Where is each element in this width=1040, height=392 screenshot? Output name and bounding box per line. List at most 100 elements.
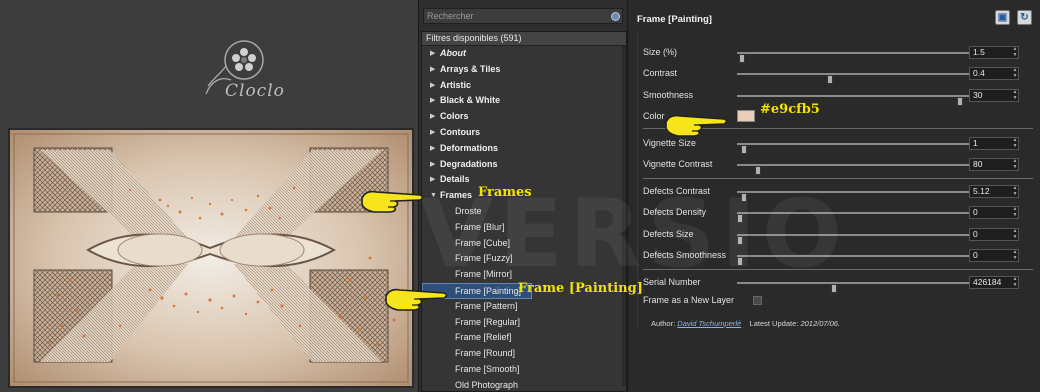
- param-frame-new-layer: Frame as a New Layer: [643, 294, 1033, 308]
- spinner-arrows-icon[interactable]: ▲ ▼: [1011, 206, 1019, 219]
- filter-item[interactable]: Frame [Pattern]: [422, 299, 626, 315]
- expand-arrow-icon[interactable]: ▶: [430, 157, 435, 173]
- pointing-hand-icon: [361, 190, 424, 213]
- collapse-arrow-icon[interactable]: ▼: [430, 188, 437, 204]
- param-label: Defects Contrast: [643, 186, 711, 196]
- list-scrollbar[interactable]: [622, 46, 626, 386]
- smoothness-slider[interactable]: [737, 95, 969, 106]
- defects-smoothness-slider[interactable]: [737, 255, 969, 266]
- slider-thumb[interactable]: [738, 54, 745, 63]
- category-label: About: [440, 48, 466, 58]
- reset-button[interactable]: ↻: [1017, 10, 1032, 25]
- pointing-hand-icon: [385, 288, 448, 311]
- slider-thumb[interactable]: [737, 214, 744, 223]
- category-colors[interactable]: ▶ Colors: [422, 109, 626, 125]
- param-serial-number: Serial Number 426184 ▲ ▼: [643, 276, 1033, 293]
- param-label: Size (%): [643, 47, 678, 57]
- expand-arrow-icon[interactable]: ▶: [430, 62, 435, 78]
- filter-item[interactable]: Frame [Cube]: [422, 236, 626, 252]
- author-link[interactable]: David Tschumperlé: [677, 319, 741, 328]
- expand-arrow-icon[interactable]: ▶: [430, 141, 435, 157]
- spinner-arrows-icon[interactable]: ▲ ▼: [1011, 276, 1019, 289]
- preview-image: [10, 130, 412, 386]
- param-vignette-contrast: Vignette Contrast 80 ▲ ▼: [643, 158, 1033, 175]
- expand-arrow-icon[interactable]: ▶: [430, 78, 435, 94]
- vignette-contrast-slider[interactable]: [737, 164, 969, 175]
- param-smoothness: Smoothness 30 ▲ ▼: [643, 89, 1033, 106]
- separator: [643, 178, 1033, 179]
- param-label: Contrast: [643, 68, 678, 78]
- separator: [643, 269, 1033, 270]
- spinner-arrows-icon[interactable]: ▲ ▼: [1011, 137, 1019, 150]
- expand-arrow-icon[interactable]: ▶: [430, 125, 435, 141]
- author-label: Author:: [651, 319, 676, 328]
- logo-text: Cloclo: [225, 81, 285, 101]
- filter-item[interactable]: Droste: [422, 204, 626, 220]
- slider-thumb[interactable]: [740, 145, 747, 154]
- search-icon[interactable]: [611, 12, 620, 21]
- category-artistic[interactable]: ▶ Artistic: [422, 78, 626, 94]
- category-arrays-tiles[interactable]: ▶ Arrays & Tiles: [422, 62, 626, 78]
- param-label: Smoothness: [643, 90, 694, 100]
- filter-item[interactable]: Old Photograph: [422, 378, 626, 392]
- category-degradations[interactable]: ▶ Degradations: [422, 157, 626, 173]
- size-slider[interactable]: [737, 52, 969, 63]
- search-input[interactable]: Rechercher: [423, 8, 623, 24]
- layout-button[interactable]: ▣: [995, 10, 1010, 25]
- filter-item[interactable]: Frame [Smooth]: [422, 362, 626, 378]
- filter-title: Frame [Painting]: [637, 14, 712, 25]
- serial-number-slider[interactable]: [737, 282, 969, 293]
- spinner-arrows-icon[interactable]: ▲ ▼: [1011, 228, 1019, 241]
- category-label: Colors: [440, 111, 469, 122]
- slider-thumb[interactable]: [737, 236, 744, 245]
- category-black-white[interactable]: ▶ Black & White: [422, 93, 626, 109]
- defects-contrast-slider[interactable]: [737, 191, 969, 202]
- category-label: Details: [440, 174, 470, 185]
- color-swatch[interactable]: [737, 110, 755, 122]
- expand-arrow-icon[interactable]: ▶: [430, 172, 435, 188]
- filter-item[interactable]: Frame [Round]: [422, 346, 626, 362]
- slider-thumb[interactable]: [831, 284, 838, 293]
- filter-item[interactable]: Frame [Regular]: [422, 315, 626, 331]
- filter-tree: Filtres disponibles (591) ▶ About ▶ Arrays…: [421, 31, 627, 392]
- filter-item[interactable]: Frame [Fuzzy]: [422, 251, 626, 267]
- category-label: Arrays & Tiles: [440, 63, 501, 74]
- filter-item[interactable]: Frame [Blur]: [422, 220, 626, 236]
- expand-arrow-icon[interactable]: ▶: [430, 109, 435, 125]
- param-size: Size (%) 1.5 ▲ ▼: [643, 46, 1033, 63]
- spinner-arrows-icon[interactable]: ▲ ▼: [1011, 158, 1019, 171]
- frame-new-layer-checkbox[interactable]: [753, 296, 762, 305]
- category-label: Black & White: [440, 95, 501, 106]
- pointing-hand-icon: [665, 114, 728, 137]
- category-label: Degradations: [440, 158, 498, 169]
- annotation-color: #e9cfb5: [760, 102, 820, 117]
- param-contrast: Contrast 0.4 ▲ ▼: [643, 67, 1033, 84]
- latest-update-label: Latest Update:: [749, 319, 799, 328]
- slider-thumb[interactable]: [737, 257, 744, 266]
- category-label: Deformations: [440, 142, 499, 153]
- defects-size-slider[interactable]: [737, 234, 969, 245]
- slider-thumb[interactable]: [956, 97, 963, 106]
- contrast-slider[interactable]: [737, 73, 969, 84]
- slider-thumb[interactable]: [754, 166, 761, 175]
- defects-density-slider[interactable]: [737, 212, 969, 223]
- category-contours[interactable]: ▶ Contours: [422, 125, 626, 141]
- filter-item[interactable]: Frame [Relief]: [422, 330, 626, 346]
- spinner-arrows-icon[interactable]: ▲ ▼: [1011, 185, 1019, 198]
- param-label: Color: [643, 111, 665, 121]
- vignette-size-slider[interactable]: [737, 143, 969, 154]
- param-defects-size: Defects Size 0 ▲ ▼: [643, 228, 1033, 245]
- slider-thumb[interactable]: [740, 193, 747, 202]
- spinner-arrows-icon[interactable]: ▲ ▼: [1011, 249, 1019, 262]
- slider-thumb[interactable]: [826, 75, 833, 84]
- category-about[interactable]: ▶ About: [422, 46, 626, 62]
- preview-pane: Cloclo: [0, 0, 418, 392]
- param-defects-contrast: Defects Contrast 5.12 ▲ ▼: [643, 185, 1033, 202]
- spinner-arrows-icon[interactable]: ▲ ▼: [1011, 46, 1019, 59]
- refresh-icon: ↻: [1020, 12, 1029, 23]
- expand-arrow-icon[interactable]: ▶: [430, 93, 435, 109]
- spinner-arrows-icon[interactable]: ▲ ▼: [1011, 67, 1019, 80]
- spinner-arrows-icon[interactable]: ▲ ▼: [1011, 89, 1019, 102]
- expand-arrow-icon[interactable]: ▶: [430, 46, 435, 62]
- category-deformations[interactable]: ▶ Deformations: [422, 141, 626, 157]
